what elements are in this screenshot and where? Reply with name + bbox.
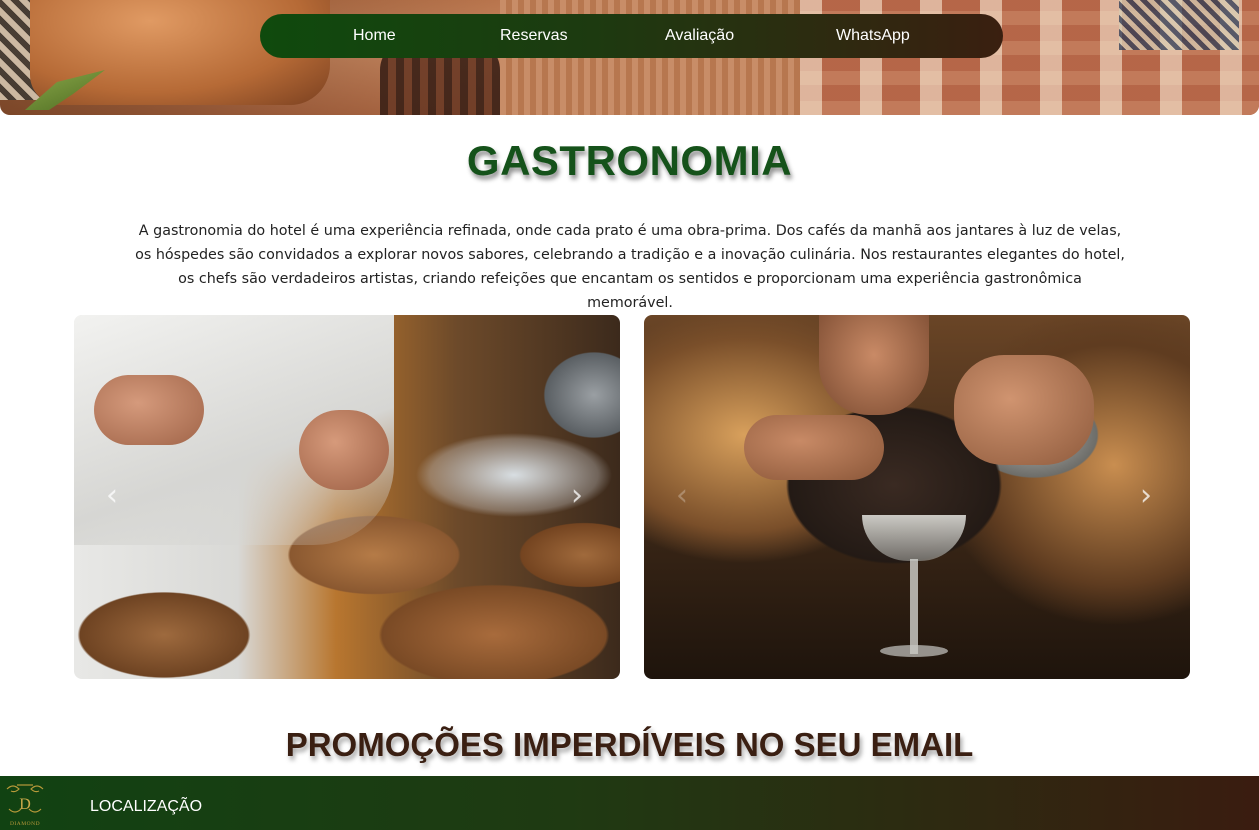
carousel-image-chef-plating bbox=[74, 315, 620, 679]
cocktail-glass-base bbox=[880, 645, 948, 657]
main-navbar: Home Reservas Avaliação WhatsApp bbox=[260, 14, 1003, 58]
gastronomy-intro-text: A gastronomia do hotel é uma experiência… bbox=[135, 223, 1125, 311]
logo-letter: D bbox=[19, 796, 31, 813]
page-title: GASTRONOMIA bbox=[466, 137, 793, 184]
chevron-left-icon[interactable]: ‹ bbox=[676, 481, 696, 511]
cocktail-glass-bowl bbox=[862, 515, 966, 561]
chevron-left-icon[interactable]: ‹ bbox=[106, 481, 126, 511]
chevron-right-icon[interactable]: › bbox=[571, 481, 591, 511]
diamond-logo-icon[interactable]: D DIAMOND bbox=[3, 779, 47, 827]
chef-hand-spoon bbox=[299, 410, 389, 490]
bartender-face bbox=[819, 315, 929, 415]
nav-link-reservas[interactable]: Reservas bbox=[500, 14, 568, 58]
cocktail-glass-stem bbox=[910, 559, 918, 654]
nav-link-home[interactable]: Home bbox=[353, 14, 396, 58]
site-footer: D DIAMOND LOCALIZAÇÃO bbox=[0, 776, 1259, 830]
footer-location-link[interactable]: LOCALIZAÇÃO bbox=[90, 798, 202, 816]
chef-hand bbox=[94, 375, 204, 445]
bartender-hand-strainer bbox=[744, 415, 884, 480]
nav-link-whatsapp[interactable]: WhatsApp bbox=[836, 14, 910, 58]
hero-wall-tile bbox=[1119, 0, 1239, 50]
bartender-hand-shaker bbox=[954, 355, 1094, 465]
carousel-image-bartender bbox=[644, 315, 1190, 679]
nav-link-avaliacao[interactable]: Avaliação bbox=[665, 14, 734, 58]
promo-heading: PROMOÇÕES IMPERDÍVEIS NO SEU EMAIL bbox=[285, 726, 974, 763]
logo-wordmark: DIAMOND bbox=[10, 821, 40, 827]
chevron-right-icon[interactable]: › bbox=[1140, 481, 1160, 511]
